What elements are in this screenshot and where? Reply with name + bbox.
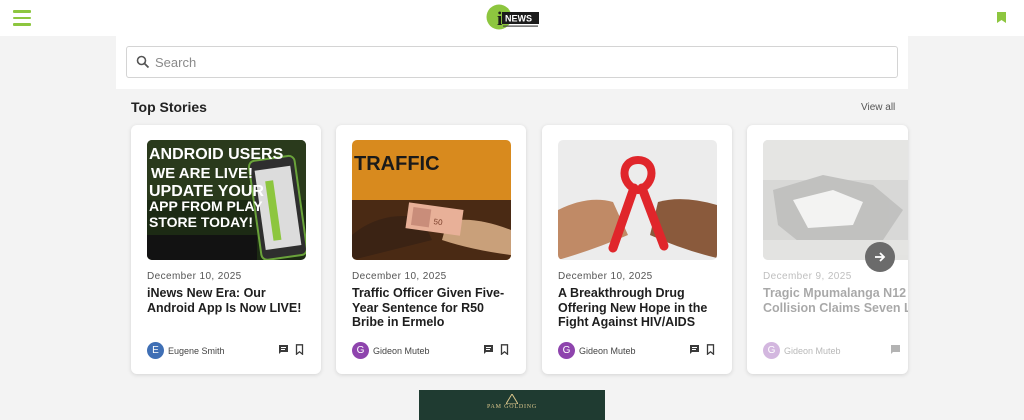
search-input[interactable] — [155, 51, 885, 73]
story-date: December 10, 2025 — [147, 271, 242, 282]
story-card[interactable]: TRAFFIC 50 December 10, 2025 Traffic Off… — [336, 125, 526, 374]
svg-text:i: i — [497, 9, 502, 30]
bookmark-icon[interactable] — [294, 344, 305, 355]
advertisement-banner[interactable]: PAM GOLDING — [419, 390, 605, 420]
svg-text:APP FROM PLAY: APP FROM PLAY — [149, 198, 263, 214]
story-thumbnail[interactable] — [558, 140, 717, 260]
svg-text:50: 50 — [433, 217, 444, 227]
comment-icon[interactable] — [890, 344, 901, 355]
story-thumbnail[interactable]: ANDROID USERS WE ARE LIVE! UPDATE YOUR A… — [147, 140, 306, 260]
story-author[interactable]: E Eugene Smith — [147, 342, 225, 359]
story-card[interactable]: December 10, 2025 A Breakthrough Drug Of… — [542, 125, 732, 374]
story-actions — [483, 344, 510, 355]
search-box[interactable] — [126, 46, 898, 78]
ad-text: PAM GOLDING — [486, 404, 538, 410]
story-actions — [689, 344, 716, 355]
bookmark-icon[interactable] — [705, 344, 716, 355]
story-author[interactable]: G Gideon Muteb — [352, 342, 430, 359]
story-author[interactable]: G Gideon Muteb — [763, 342, 841, 359]
arrow-right-icon — [875, 252, 886, 262]
story-date: December 10, 2025 — [352, 271, 447, 282]
story-actions — [278, 344, 305, 355]
avatar: G — [352, 342, 369, 359]
bookmark-icon[interactable] — [997, 12, 1006, 23]
ad-logo-icon — [506, 394, 518, 404]
story-actions — [890, 344, 901, 355]
story-author[interactable]: G Gideon Muteb — [558, 342, 636, 359]
author-name[interactable]: Gideon Muteb — [373, 346, 430, 356]
story-thumbnail[interactable]: TRAFFIC 50 — [352, 140, 511, 260]
story-card[interactable]: ANDROID USERS WE ARE LIVE! UPDATE YOUR A… — [131, 125, 321, 374]
svg-text:STORE TODAY!: STORE TODAY! — [149, 214, 253, 230]
view-all-link[interactable]: View all — [861, 102, 895, 113]
story-title[interactable]: iNews New Era: Our Android App Is Now LI… — [147, 286, 312, 315]
comment-icon[interactable] — [483, 344, 494, 355]
bookmark-icon[interactable] — [499, 344, 510, 355]
svg-text:TRAFFIC: TRAFFIC — [354, 153, 440, 175]
avatar: G — [558, 342, 575, 359]
author-name[interactable]: Gideon Muteb — [784, 346, 841, 356]
inews-logo[interactable]: i NEWS — [486, 4, 540, 30]
svg-text:ANDROID USERS: ANDROID USERS — [149, 146, 284, 163]
author-name[interactable]: Eugene Smith — [168, 346, 225, 356]
story-title[interactable]: A Breakthrough Drug Offering New Hope in… — [558, 286, 723, 330]
section-title: Top Stories — [131, 99, 207, 115]
search-icon — [136, 55, 150, 69]
top-bar: i NEWS — [0, 0, 1024, 36]
menu-line — [13, 10, 31, 13]
author-name[interactable]: Gideon Muteb — [579, 346, 636, 356]
comment-icon[interactable] — [278, 344, 289, 355]
search-panel — [116, 36, 908, 89]
story-date: December 9, 2025 — [763, 271, 852, 282]
carousel-next-button[interactable] — [865, 242, 895, 272]
hamburger-menu-icon[interactable] — [13, 10, 31, 26]
menu-line — [13, 16, 31, 19]
comment-icon[interactable] — [689, 344, 700, 355]
story-title[interactable]: Traffic Officer Given Five-Year Sentence… — [352, 286, 517, 330]
svg-text:WE ARE LIVE!: WE ARE LIVE! — [151, 165, 253, 182]
avatar: E — [147, 342, 164, 359]
story-title[interactable]: Tragic Mpumalanga N12 Collision Claims S… — [763, 286, 908, 315]
menu-line — [13, 23, 31, 26]
story-thumbnail[interactable] — [763, 140, 908, 260]
avatar: G — [763, 342, 780, 359]
svg-text:NEWS: NEWS — [505, 14, 532, 24]
story-date: December 10, 2025 — [558, 271, 653, 282]
